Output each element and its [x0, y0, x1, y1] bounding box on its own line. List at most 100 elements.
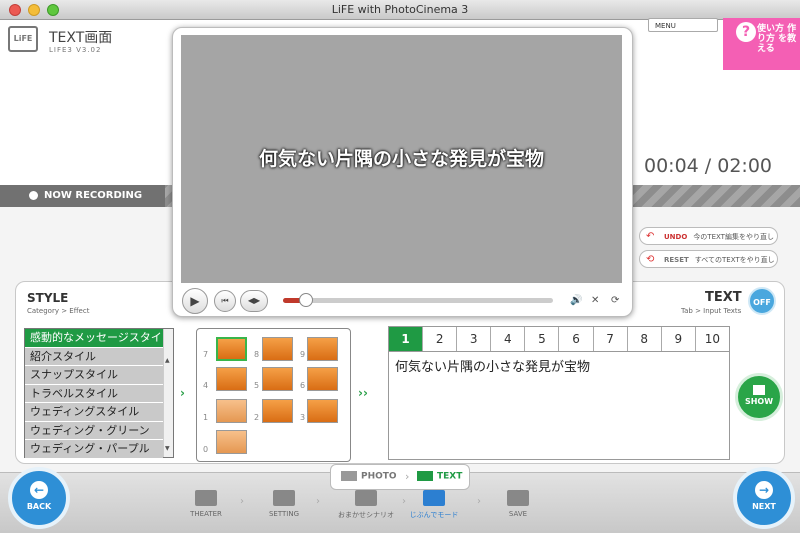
text-tab[interactable]: 2: [423, 327, 458, 351]
reset-label: RESET: [664, 256, 689, 264]
clapper-icon: [355, 490, 377, 506]
text-input-area[interactable]: 何気ない片隅の小さな発見が宝物: [388, 351, 730, 460]
photo-mode-label: PHOTO: [361, 471, 397, 482]
step-setting[interactable]: SETTING: [262, 490, 306, 518]
style-item[interactable]: スナップスタイル: [25, 366, 163, 385]
effect-thumbnail[interactable]: [307, 337, 338, 361]
seek-bar[interactable]: [283, 293, 553, 307]
text-tab[interactable]: 9: [661, 327, 696, 351]
style-item[interactable]: ウェディングスタイル: [25, 403, 163, 422]
text-subtitle: Tab > Input Texts: [681, 307, 742, 315]
chevron-right-icon: ›: [240, 496, 244, 507]
effect-number: 4: [203, 381, 209, 390]
time-readout: 00:04 / 02:00: [644, 155, 772, 177]
scroll-up-icon[interactable]: ▲: [165, 357, 170, 364]
play-button[interactable]: ▶: [182, 288, 208, 314]
reset-description: すべてのTEXTをやり直し: [694, 256, 775, 264]
text-tab[interactable]: 5: [525, 327, 560, 351]
effect-number: 6: [300, 381, 306, 390]
effect-number: 7: [203, 350, 209, 359]
help-text: 使い方 作り方 を教える: [757, 24, 797, 54]
reset-button[interactable]: ⟲ RESET すべてのTEXTをやり直し: [639, 250, 778, 268]
step-label: SAVE: [508, 510, 528, 518]
effect-thumbnail[interactable]: [262, 337, 293, 361]
step-self-mode[interactable]: じぶんでモード: [407, 490, 461, 520]
style-item[interactable]: ウェディング・グリーン: [25, 421, 163, 440]
text-tab[interactable]: 8: [627, 327, 662, 351]
undo-label: UNDO: [664, 233, 688, 241]
mode-switch: PHOTO › TEXT: [330, 464, 470, 490]
next-button[interactable]: → NEXT: [733, 467, 795, 529]
chevron-right-icon: ›: [316, 496, 320, 507]
show-icon: [753, 385, 765, 395]
text-title: TEXT: [705, 290, 742, 305]
style-title: STYLE: [27, 291, 69, 305]
undo-icon: ↶: [646, 231, 655, 242]
effect-number: 2: [254, 413, 260, 422]
menu-button[interactable]: MENU: [648, 18, 718, 32]
effect-thumbnail[interactable]: [307, 399, 338, 423]
effect-thumbnail[interactable]: [216, 337, 247, 361]
text-mode-label: TEXT: [437, 471, 463, 482]
text-tab[interactable]: 6: [559, 327, 594, 351]
effect-thumbnail[interactable]: [307, 367, 338, 391]
style-item[interactable]: ウェディング・パープル: [25, 440, 163, 459]
effect-thumbnail[interactable]: [216, 430, 247, 454]
style-item[interactable]: 感動的なメッセージスタイ: [25, 329, 163, 348]
photo-mode-button[interactable]: PHOTO: [341, 471, 397, 482]
effect-number: 9: [300, 350, 306, 359]
step-auto-scenario[interactable]: おまかせシナリオ: [336, 490, 396, 520]
skip-back-button[interactable]: ⏮: [214, 290, 236, 312]
chevron-right-icon: ›: [402, 496, 406, 507]
screen-subtitle: LIFE3 V3.02: [49, 46, 102, 54]
effect-thumbnail[interactable]: [262, 367, 293, 391]
help-tab[interactable]: ? 使い方 作り方 を教える: [723, 18, 800, 70]
text-mode-button[interactable]: TEXT: [417, 471, 462, 482]
style-list: 感動的なメッセージスタイ 紹介スタイル スナップスタイル トラベルスタイル ウェ…: [24, 328, 174, 459]
back-label: BACK: [26, 502, 52, 511]
window-titlebar: LiFE with PhotoCinema 3: [0, 0, 800, 20]
text-tabs: 1 2 3 4 5 6 7 8 9 10: [388, 326, 730, 352]
screen-title: TEXT画面: [49, 30, 113, 46]
setting-icon: [273, 490, 295, 506]
style-list-scrollbar[interactable]: ▲ ▼: [163, 329, 173, 457]
edit-screen-icon: [423, 490, 445, 506]
show-button[interactable]: SHOW: [735, 373, 783, 421]
effect-number: 3: [300, 413, 306, 422]
play-icon: ▶: [190, 294, 200, 308]
effect-number: 1: [203, 413, 209, 422]
effect-thumbnail[interactable]: [216, 399, 247, 423]
undo-button[interactable]: ↶ UNDO 今のTEXT編集をやり直し: [639, 227, 778, 245]
speaker-icon[interactable]: 🔊: [570, 295, 582, 306]
arrow-right-icon: →: [755, 481, 773, 499]
recording-status: NOW RECORDING: [44, 190, 143, 201]
text-tab[interactable]: 10: [695, 327, 729, 351]
text-off-toggle[interactable]: OFF: [748, 287, 776, 315]
back-button[interactable]: ← BACK: [8, 467, 70, 529]
effect-thumbnail[interactable]: [262, 399, 293, 423]
scroll-down-icon[interactable]: ▼: [165, 445, 170, 452]
text-tab[interactable]: 4: [491, 327, 526, 351]
text-icon: [417, 471, 433, 481]
effect-thumbnail[interactable]: [216, 367, 247, 391]
text-tab[interactable]: 3: [457, 327, 492, 351]
effect-number: 5: [254, 381, 260, 390]
step-label: SETTING: [268, 510, 300, 518]
step-save[interactable]: SAVE: [496, 490, 540, 518]
chevron-right-icon: ›: [180, 386, 185, 400]
effect-number: 0: [203, 445, 209, 454]
text-tab[interactable]: 1: [389, 327, 424, 351]
chevron-right-icon: ›: [405, 470, 410, 483]
save-cup-icon: [507, 490, 529, 506]
style-item[interactable]: トラベルスタイル: [25, 384, 163, 403]
theater-icon: [195, 490, 217, 506]
step-theater[interactable]: THEATER: [184, 490, 228, 518]
loop-icon[interactable]: ⟳: [611, 295, 619, 306]
photo-icon: [341, 471, 357, 481]
text-tab[interactable]: 7: [593, 327, 628, 351]
skip-back-icon: ⏮: [221, 296, 229, 305]
mute-icon[interactable]: ✕: [591, 295, 599, 306]
style-item[interactable]: 紹介スタイル: [25, 347, 163, 366]
frame-step-button[interactable]: ◀▶: [240, 290, 268, 312]
style-subtitle: Category > Effect: [27, 307, 90, 315]
